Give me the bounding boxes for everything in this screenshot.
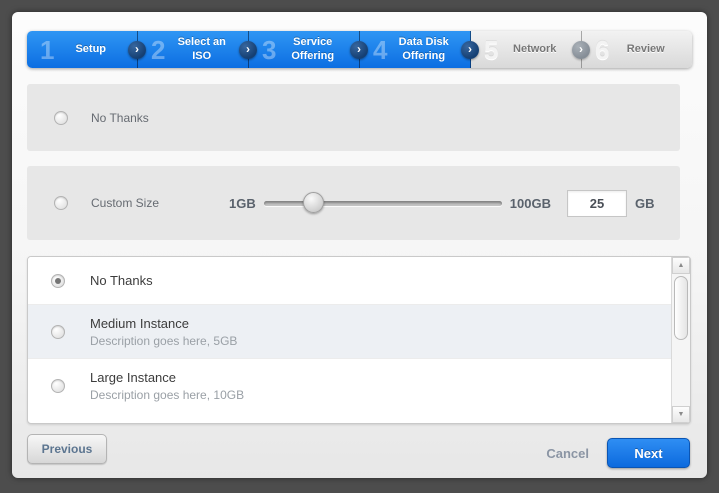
chevron-right-icon: › [572, 41, 590, 59]
disk-size-unit-label: GB [635, 196, 655, 211]
wizard-step-setup[interactable]: 1 Setup › [27, 31, 138, 68]
large-instance-radio[interactable] [51, 379, 65, 393]
no-thanks-panel[interactable]: No Thanks [27, 84, 680, 151]
wizard-step-select-iso[interactable]: 2 Select an ISO › [138, 31, 249, 68]
step-label: Data Disk Offering [387, 36, 470, 64]
medium-instance-radio[interactable] [51, 325, 65, 339]
no-thanks-radio[interactable] [54, 111, 68, 125]
step-number: 5 [484, 37, 498, 63]
step-label: Service Offering [276, 36, 359, 64]
step-number: 4 [373, 37, 387, 63]
step-label: Select an ISO [165, 36, 248, 64]
list-item-title: No Thanks [90, 273, 153, 288]
step-label: Review [609, 43, 692, 57]
list-item-no-thanks[interactable]: No Thanks [28, 257, 671, 305]
list-scrollbar[interactable]: ▲ ▼ [671, 257, 690, 423]
chevron-right-icon: › [239, 41, 257, 59]
list-item-title: Medium Instance [90, 316, 237, 331]
list-item-large-instance[interactable]: Large Instance Description goes here, 10… [28, 359, 671, 413]
list-item-description: Description goes here, 5GB [90, 334, 237, 348]
step-label: Network [498, 43, 581, 57]
step-label: Setup [54, 43, 137, 57]
slider-min-label: 1GB [229, 196, 256, 211]
wizard-steps-bar: 1 Setup › 2 Select an ISO › 3 Service Of… [27, 31, 692, 68]
scroll-down-arrow-icon[interactable]: ▼ [672, 406, 690, 423]
cancel-link[interactable]: Cancel [546, 438, 589, 468]
disk-size-input[interactable] [567, 190, 627, 217]
step-number: 1 [40, 37, 54, 63]
disk-size-slider[interactable] [264, 201, 502, 206]
list-item-medium-instance[interactable]: Medium Instance Description goes here, 5… [28, 305, 671, 359]
chevron-right-icon: › [128, 41, 146, 59]
list-no-thanks-radio[interactable] [51, 274, 65, 288]
chevron-right-icon: › [350, 41, 368, 59]
scroll-up-arrow-icon[interactable]: ▲ [672, 257, 690, 274]
custom-size-panel[interactable]: Custom Size 1GB 100GB GB [27, 166, 680, 240]
list-item-description: Description goes here, 10GB [90, 388, 244, 402]
list-item-title: Large Instance [90, 370, 244, 385]
disk-offering-list: No Thanks Medium Instance Description go… [27, 256, 691, 424]
step-number: 3 [262, 37, 276, 63]
no-thanks-label: No Thanks [91, 111, 149, 125]
next-button[interactable]: Next [607, 438, 690, 468]
wizard-step-network[interactable]: 5 Network › [471, 31, 582, 68]
custom-size-radio[interactable] [54, 196, 68, 210]
slider-max-label: 100GB [510, 196, 551, 211]
slider-thumb[interactable] [303, 192, 324, 213]
chevron-right-icon: › [461, 41, 479, 59]
wizard-step-review[interactable]: 6 Review [582, 31, 692, 68]
scrollbar-thumb[interactable] [674, 276, 688, 340]
previous-button[interactable]: Previous [27, 434, 107, 464]
custom-size-label: Custom Size [91, 196, 159, 210]
step-number: 6 [595, 37, 609, 63]
add-instance-wizard-dialog: 1 Setup › 2 Select an ISO › 3 Service Of… [12, 12, 707, 478]
wizard-step-service-offering[interactable]: 3 Service Offering › [249, 31, 360, 68]
step-number: 2 [151, 37, 165, 63]
wizard-step-data-disk-offering[interactable]: 4 Data Disk Offering › [360, 31, 471, 68]
